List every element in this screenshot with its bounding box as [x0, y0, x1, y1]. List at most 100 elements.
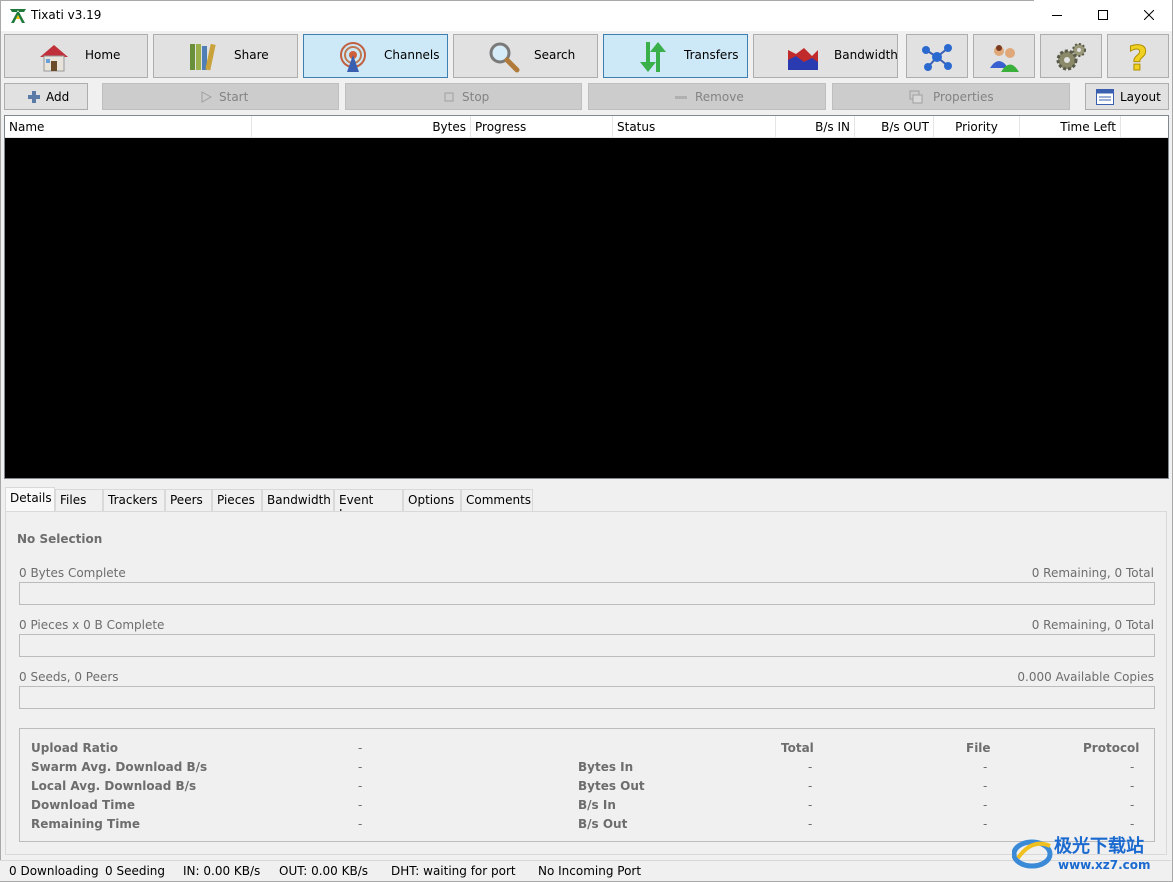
maximize-button[interactable]	[1080, 0, 1126, 30]
svg-text:?: ?	[1128, 40, 1148, 74]
protocol-header: Protocol	[1083, 741, 1140, 755]
up-down-arrows-icon	[640, 42, 666, 72]
dht-status: DHT: waiting for port	[391, 864, 516, 878]
stat-label: Remaining Time	[31, 817, 141, 831]
stat-label: Local Avg. Download B/s	[31, 779, 197, 793]
bytes-complete-text: 0 Bytes Complete	[19, 566, 126, 580]
column-bytes[interactable]: Bytes	[252, 116, 471, 138]
help-button[interactable]: ?	[1107, 34, 1169, 78]
io-protocol: -	[1130, 779, 1135, 793]
column-name[interactable]: Name	[5, 116, 252, 138]
stat-value: -	[358, 779, 363, 793]
layout-label: Layout	[1120, 90, 1161, 104]
tab-trackers[interactable]: Trackers	[103, 489, 165, 511]
watermark-url: www.xz7.com	[1058, 858, 1151, 872]
io-total: -	[808, 817, 813, 831]
home-icon	[40, 45, 68, 72]
bytes-progress-bar	[19, 582, 1155, 605]
aurora-logo-icon	[1012, 839, 1053, 869]
plus-icon	[28, 91, 40, 103]
network-button[interactable]	[906, 34, 968, 78]
stat-label: Swarm Avg. Download B/s	[31, 760, 208, 774]
selection-heading: No Selection	[17, 532, 103, 546]
home-button[interactable]: Home	[4, 34, 148, 78]
properties-label: Properties	[933, 90, 994, 104]
tab-pieces[interactable]: Pieces	[212, 489, 262, 511]
channels-button[interactable]: Channels	[303, 34, 448, 78]
play-icon	[201, 91, 213, 103]
total-header: Total	[781, 741, 814, 755]
pieces-remaining-text: 0 Remaining, 0 Total	[1031, 618, 1154, 632]
bytes-remaining-text: 0 Remaining, 0 Total	[1031, 566, 1154, 580]
stop-label: Stop	[462, 90, 490, 104]
transfers-label: Transfers	[684, 48, 739, 62]
stop-button[interactable]: Stop	[345, 83, 582, 110]
column-priority[interactable]: Priority	[934, 116, 1020, 138]
column-bps-out[interactable]: B/s OUT	[855, 116, 934, 138]
io-file: -	[983, 817, 988, 831]
io-total: -	[808, 779, 813, 793]
pieces-complete-text: 0 Pieces x 0 B Complete	[19, 618, 165, 632]
stat-value: -	[358, 741, 363, 755]
bandwidth-graph-icon	[788, 48, 818, 70]
stat-label: Upload Ratio	[31, 741, 118, 755]
out-rate: OUT: 0.00 KB/s	[279, 864, 369, 878]
seeds-peers-text: 0 Seeds, 0 Peers	[19, 670, 119, 684]
bandwidth-button[interactable]: Bandwidth	[753, 34, 898, 78]
tab-files[interactable]: Files	[55, 489, 103, 511]
network-nodes-icon	[922, 44, 952, 71]
tixati-logo-icon	[10, 9, 26, 23]
share-label: Share	[234, 48, 269, 62]
column-status[interactable]: Status	[613, 116, 776, 138]
stat-label: Download Time	[31, 798, 135, 812]
maximize-icon	[1098, 10, 1108, 20]
stat-value: -	[358, 760, 363, 774]
remove-label: Remove	[695, 90, 744, 104]
bandwidth-label: Bandwidth	[834, 48, 898, 62]
properties-icon	[909, 90, 923, 104]
transfers-button[interactable]: Transfers	[603, 34, 748, 78]
column-bps-in[interactable]: B/s IN	[776, 116, 855, 138]
column-progress[interactable]: Progress	[471, 116, 613, 138]
tab-peers[interactable]: Peers	[165, 489, 212, 511]
window-title: Tixati v3.19	[31, 8, 102, 22]
share-button[interactable]: Share	[153, 34, 298, 78]
io-protocol: -	[1130, 760, 1135, 774]
layout-icon	[1096, 89, 1114, 105]
incoming-port-status: No Incoming Port	[538, 864, 642, 878]
settings-button[interactable]	[1040, 34, 1102, 78]
gears-icon	[1056, 43, 1086, 71]
books-icon	[190, 43, 216, 71]
users-button[interactable]	[973, 34, 1035, 78]
search-button[interactable]: Search	[453, 34, 598, 78]
io-total: -	[808, 798, 813, 812]
home-label: Home	[85, 48, 121, 62]
column-time-left[interactable]: Time Left	[1020, 116, 1121, 138]
add-button[interactable]: Add	[4, 83, 88, 110]
availability-bar	[19, 686, 1155, 709]
io-file: -	[983, 760, 988, 774]
io-total: -	[808, 760, 813, 774]
watermark: 极光下载站 www.xz7.com	[1012, 830, 1172, 878]
in-rate: IN: 0.00 KB/s	[183, 864, 261, 878]
seeding-count: 0 Seeding	[105, 864, 166, 878]
io-label: B/s Out	[578, 817, 628, 831]
start-button[interactable]: Start	[102, 83, 339, 110]
tab-comments[interactable]: Comments	[461, 489, 533, 511]
properties-button[interactable]: Properties	[832, 83, 1070, 110]
tab-options[interactable]: Options	[403, 489, 461, 511]
close-button[interactable]	[1126, 0, 1172, 30]
transfers-list[interactable]: Name Bytes Progress Status B/s IN B/s OU…	[4, 115, 1169, 479]
channels-label: Channels	[384, 48, 440, 62]
tab-bandwidth[interactable]: Bandwidth	[262, 489, 334, 511]
io-label: Bytes Out	[578, 779, 645, 793]
remove-button[interactable]: Remove	[588, 83, 826, 110]
minimize-button[interactable]	[1034, 0, 1080, 30]
io-label: B/s In	[578, 798, 616, 812]
layout-button[interactable]: Layout	[1085, 83, 1169, 110]
details-panel: No Selection 0 Bytes Complete 0 Remainin…	[5, 511, 1167, 855]
pieces-progress-bar	[19, 634, 1155, 657]
io-file: -	[983, 779, 988, 793]
tab-details[interactable]: Details	[5, 487, 55, 512]
tab-event-log[interactable]: Event Log	[334, 489, 403, 521]
